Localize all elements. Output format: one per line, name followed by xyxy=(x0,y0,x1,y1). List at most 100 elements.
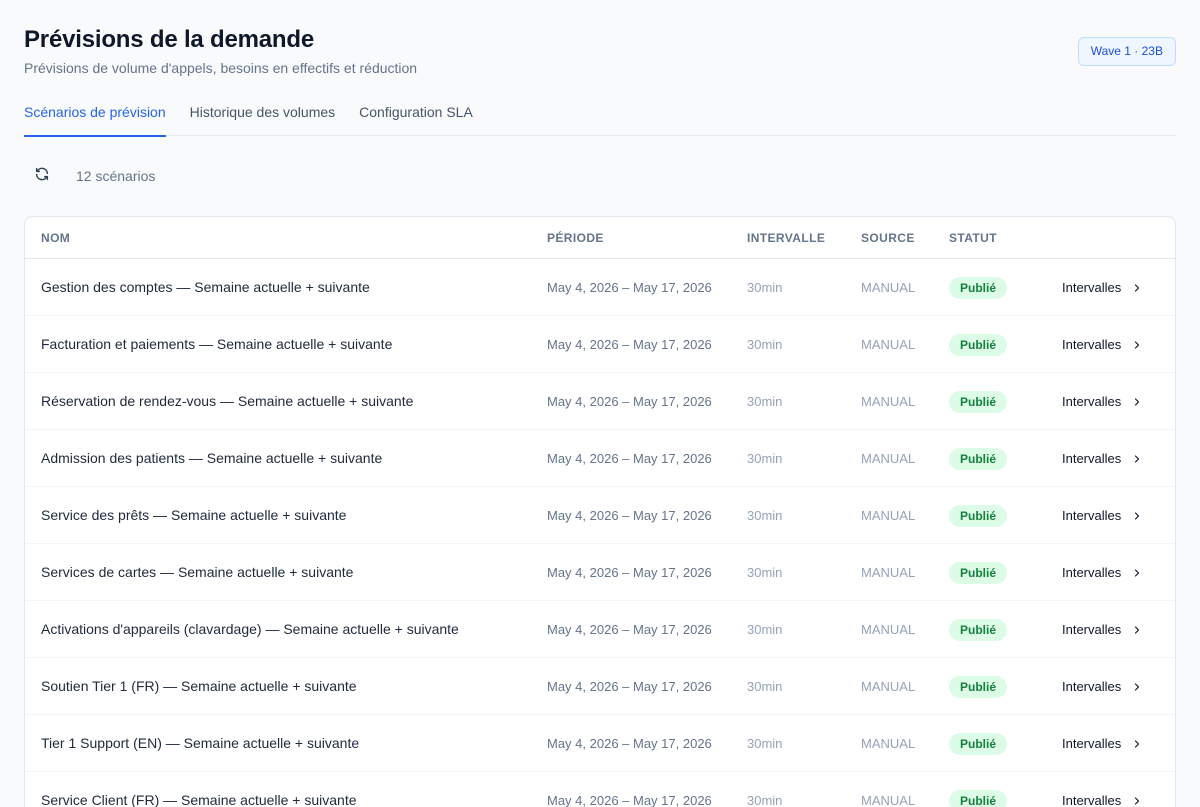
intervals-link[interactable]: Intervalles xyxy=(1062,772,1143,807)
table-row[interactable]: Service des prêts — Semaine actuelle + s… xyxy=(25,487,1175,544)
table-row[interactable]: Gestion des comptes — Semaine actuelle +… xyxy=(25,259,1175,316)
page-title: Prévisions de la demande xyxy=(24,26,314,53)
chevron-right-icon xyxy=(1131,510,1143,522)
intervals-link[interactable]: Intervalles xyxy=(1062,487,1143,544)
page: Prévisions de la demande Prévisions de v… xyxy=(24,0,1176,807)
scenarios-table: NOM PÉRIODE INTERVALLE SOURCE STATUT Ges… xyxy=(24,216,1176,807)
status-badge: Publié xyxy=(949,333,1008,356)
scenario-status-cell: Publié xyxy=(949,544,1008,601)
scenario-status-cell: Publié xyxy=(949,772,1008,807)
scenario-source: MANUAL xyxy=(861,793,916,807)
table-header: NOM PÉRIODE INTERVALLE SOURCE STATUT xyxy=(25,217,1175,259)
intervals-link[interactable]: Intervalles xyxy=(1062,715,1143,772)
scenario-status-cell: Publié xyxy=(949,373,1008,430)
intervals-link[interactable]: Intervalles xyxy=(1062,544,1143,601)
scenario-status-cell: Publié xyxy=(949,487,1008,544)
page-header: Prévisions de la demande Prévisions de v… xyxy=(24,0,1176,90)
chevron-right-icon xyxy=(1131,567,1143,579)
scenario-name: Facturation et paiements — Semaine actue… xyxy=(41,336,393,352)
table-row[interactable]: Service Client (FR) — Semaine actuelle +… xyxy=(25,772,1175,807)
scenario-period: May 4, 2026 – May 17, 2026 xyxy=(547,337,712,352)
status-badge: Publié xyxy=(949,675,1008,698)
scenario-name: Soutien Tier 1 (FR) — Semaine actuelle +… xyxy=(41,678,357,694)
scenario-name: Gestion des comptes — Semaine actuelle +… xyxy=(41,279,370,295)
scenario-period: May 4, 2026 – May 17, 2026 xyxy=(547,280,712,295)
table-row[interactable]: Soutien Tier 1 (FR) — Semaine actuelle +… xyxy=(25,658,1175,715)
intervals-link-label: Intervalles xyxy=(1062,679,1122,694)
refresh-button[interactable] xyxy=(24,158,60,194)
intervals-link[interactable]: Intervalles xyxy=(1062,658,1143,715)
scenario-name: Service Client (FR) — Semaine actuelle +… xyxy=(41,792,357,807)
table-row[interactable]: Réservation de rendez-vous — Semaine act… xyxy=(25,373,1175,430)
tab-volume-history[interactable]: Historique des volumes xyxy=(190,90,336,136)
chevron-right-icon xyxy=(1131,396,1143,408)
scenario-count: 12 scénarios xyxy=(76,168,156,184)
tab-sla-config[interactable]: Configuration SLA xyxy=(359,90,473,136)
table-row[interactable]: Facturation et paiements — Semaine actue… xyxy=(25,316,1175,373)
status-badge: Publié xyxy=(949,789,1008,807)
status-badge: Publié xyxy=(949,390,1008,413)
chevron-right-icon xyxy=(1131,282,1143,294)
intervals-link-label: Intervalles xyxy=(1062,280,1122,295)
table-row[interactable]: Activations d'appareils (clavardage) — S… xyxy=(25,601,1175,658)
scenario-period: May 4, 2026 – May 17, 2026 xyxy=(547,736,712,751)
status-badge: Publié xyxy=(949,504,1008,527)
intervals-link-label: Intervalles xyxy=(1062,622,1122,637)
intervals-link[interactable]: Intervalles xyxy=(1062,601,1143,658)
column-header-period: PÉRIODE xyxy=(547,231,604,245)
scenario-interval: 30min xyxy=(747,793,783,807)
scenario-source: MANUAL xyxy=(861,394,916,409)
column-header-source: SOURCE xyxy=(861,231,915,245)
tab-scenarios[interactable]: Scénarios de prévision xyxy=(24,90,166,137)
status-badge: Publié xyxy=(949,561,1008,584)
chevron-right-icon xyxy=(1131,681,1143,693)
scenario-period: May 4, 2026 – May 17, 2026 xyxy=(547,451,712,466)
intervals-link-label: Intervalles xyxy=(1062,451,1122,466)
column-header-status: STATUT xyxy=(949,231,997,245)
scenario-status-cell: Publié xyxy=(949,316,1008,373)
intervals-link-label: Intervalles xyxy=(1062,394,1122,409)
chevron-right-icon xyxy=(1131,339,1143,351)
scenario-interval: 30min xyxy=(747,679,783,694)
toolbar: 12 scénarios xyxy=(24,158,155,194)
tab-bar: Scénarios de prévision Historique des vo… xyxy=(24,90,1176,137)
table-row[interactable]: Services de cartes — Semaine actuelle + … xyxy=(25,544,1175,601)
status-badge: Publié xyxy=(949,447,1008,470)
table-row[interactable]: Tier 1 Support (EN) — Semaine actuelle +… xyxy=(25,715,1175,772)
scenario-period: May 4, 2026 – May 17, 2026 xyxy=(547,394,712,409)
scenario-period: May 4, 2026 – May 17, 2026 xyxy=(547,622,712,637)
scenario-status-cell: Publié xyxy=(949,601,1008,658)
scenario-period: May 4, 2026 – May 17, 2026 xyxy=(547,679,712,694)
scenario-status-cell: Publié xyxy=(949,715,1008,772)
intervals-link[interactable]: Intervalles xyxy=(1062,316,1143,373)
scenario-status-cell: Publié xyxy=(949,259,1008,316)
scenario-name: Tier 1 Support (EN) — Semaine actuelle +… xyxy=(41,735,360,751)
intervals-link[interactable]: Intervalles xyxy=(1062,259,1143,316)
refresh-icon xyxy=(34,166,50,187)
status-badge: Publié xyxy=(949,618,1008,641)
scenario-period: May 4, 2026 – May 17, 2026 xyxy=(547,508,712,523)
scenario-interval: 30min xyxy=(747,451,783,466)
intervals-link-label: Intervalles xyxy=(1062,565,1122,580)
scenario-interval: 30min xyxy=(747,280,783,295)
scenario-source: MANUAL xyxy=(861,280,916,295)
scenario-name: Services de cartes — Semaine actuelle + … xyxy=(41,564,354,580)
column-header-interval: INTERVALLE xyxy=(747,231,826,245)
chevron-right-icon xyxy=(1131,453,1143,465)
table-row[interactable]: Admission des patients — Semaine actuell… xyxy=(25,430,1175,487)
scenario-status-cell: Publié xyxy=(949,658,1008,715)
chevron-right-icon xyxy=(1131,738,1143,750)
intervals-link-label: Intervalles xyxy=(1062,337,1122,352)
scenario-interval: 30min xyxy=(747,394,783,409)
intervals-link-label: Intervalles xyxy=(1062,793,1122,807)
status-badge: Publié xyxy=(949,276,1008,299)
page-subtitle: Prévisions de volume d'appels, besoins e… xyxy=(24,60,418,76)
scenario-source: MANUAL xyxy=(861,337,916,352)
chevron-right-icon xyxy=(1131,624,1143,636)
intervals-link[interactable]: Intervalles xyxy=(1062,373,1143,430)
scenario-name: Activations d'appareils (clavardage) — S… xyxy=(41,621,459,637)
chevron-right-icon xyxy=(1131,795,1143,807)
scenario-interval: 30min xyxy=(747,736,783,751)
intervals-link[interactable]: Intervalles xyxy=(1062,430,1143,487)
wave-badge: Wave 1 · 23B xyxy=(1077,37,1176,66)
